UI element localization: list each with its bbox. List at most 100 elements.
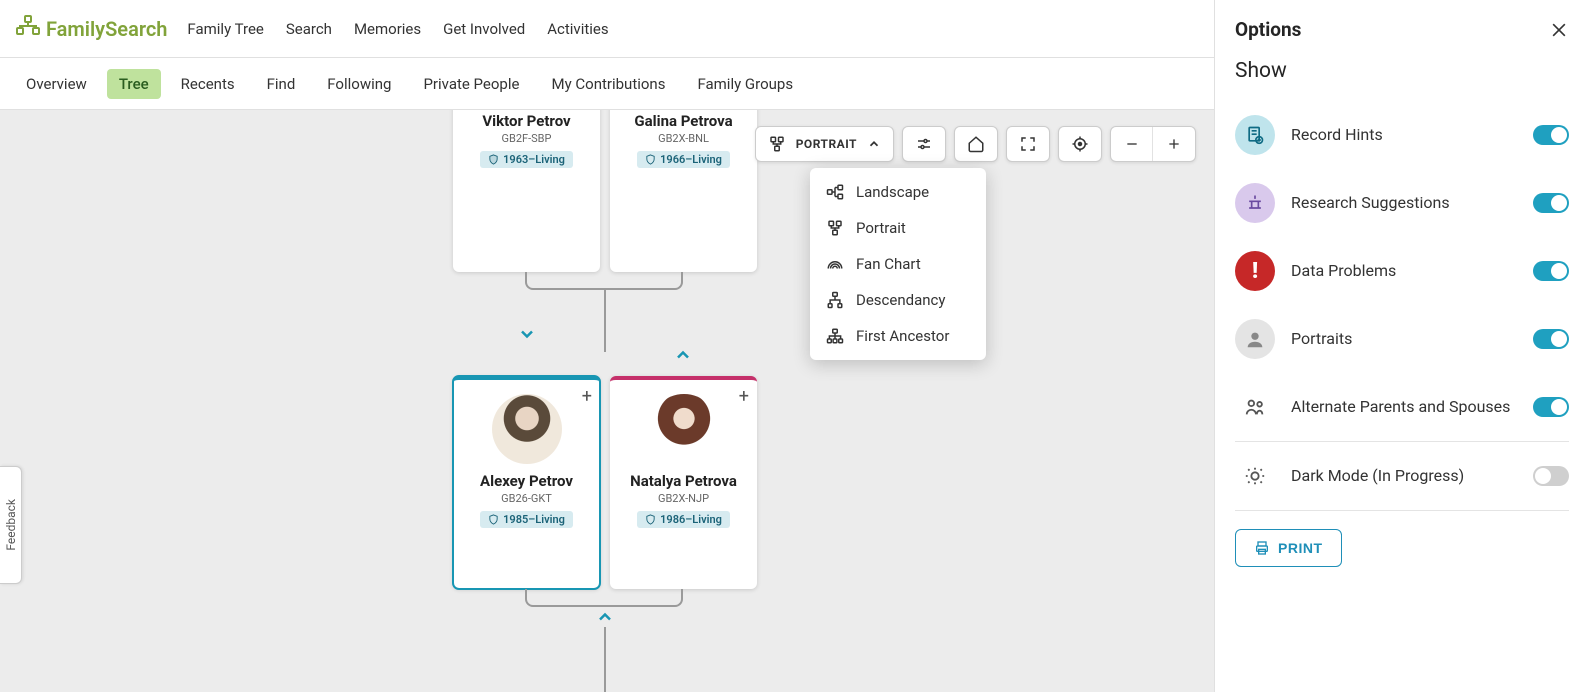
chevron-up-icon[interactable] <box>595 607 615 627</box>
option-label: Alternate Parents and Spouses <box>1291 397 1517 418</box>
options-panel: Options Show Record Hints Research Sugge… <box>1214 0 1589 692</box>
avatar-photo <box>649 394 719 464</box>
person-id: GB26-GKT <box>459 492 594 505</box>
lifespan-text: 1985–Living <box>503 513 565 526</box>
lifespan-text: 1986–Living <box>660 513 722 526</box>
data-problems-icon: ! <box>1235 251 1275 291</box>
fullscreen-button[interactable] <box>1006 126 1050 162</box>
tree-canvas[interactable]: Feedback Viktor Petrov GB2F-SBP 1963–Liv… <box>0 110 1214 692</box>
nav-search[interactable]: Search <box>286 20 332 38</box>
lifespan-badge: 1966–Living <box>637 151 730 168</box>
chevron-down-icon[interactable] <box>517 324 537 344</box>
view-option-label: Landscape <box>856 183 929 201</box>
close-button[interactable] <box>1549 20 1569 40</box>
toggle-record-hints[interactable] <box>1533 125 1569 145</box>
shield-icon <box>645 514 656 525</box>
subnav-find[interactable]: Find <box>255 69 308 99</box>
fan-chart-icon <box>826 255 844 273</box>
print-label: PRINT <box>1278 540 1323 556</box>
home-icon <box>967 135 985 153</box>
person-card-self[interactable]: + Alexey Petrov GB26-GKT 1985–Living <box>453 376 600 589</box>
shield-icon <box>645 154 656 165</box>
toggle-dark-mode[interactable] <box>1533 466 1569 486</box>
feedback-tab[interactable]: Feedback <box>0 466 22 584</box>
lifespan-badge: 1985–Living <box>480 511 573 528</box>
option-label: Research Suggestions <box>1291 193 1517 214</box>
dark-mode-icon <box>1235 456 1275 496</box>
shield-icon <box>488 514 499 525</box>
print-icon <box>1254 540 1270 556</box>
person-id: GB2F-SBP <box>459 132 594 145</box>
zoom-out-button[interactable] <box>1111 127 1153 161</box>
options-button[interactable] <box>902 126 946 162</box>
toggle-research[interactable] <box>1533 193 1569 213</box>
person-card-mother[interactable]: Galina Petrova GB2X-BNL 1966–Living <box>610 110 757 272</box>
nav-activities[interactable]: Activities <box>547 20 608 38</box>
minus-icon <box>1124 136 1140 152</box>
option-row-record-hints: Record Hints <box>1235 101 1569 169</box>
zoom-controls <box>1110 126 1196 162</box>
option-row-problems: ! Data Problems <box>1235 237 1569 305</box>
recenter-button[interactable] <box>1058 126 1102 162</box>
connector-bracket <box>525 589 683 607</box>
portrait-icon <box>768 135 786 153</box>
plus-icon <box>1166 136 1182 152</box>
logo-tree-icon <box>16 14 40 44</box>
crosshair-icon <box>1071 135 1089 153</box>
view-option-label: Descendancy <box>856 291 945 309</box>
tree-toolbar: PORTRAIT <box>755 126 1196 162</box>
option-label: Data Problems <box>1291 261 1517 282</box>
home-button[interactable] <box>954 126 998 162</box>
view-option-descendancy[interactable]: Descendancy <box>810 282 986 318</box>
lifespan-text: 1963–Living <box>503 153 565 166</box>
print-button[interactable]: PRINT <box>1235 529 1342 567</box>
connector-line <box>604 627 606 692</box>
view-label: PORTRAIT <box>796 137 857 151</box>
option-row-dark-mode: Dark Mode (In Progress) <box>1235 441 1569 511</box>
research-icon <box>1235 183 1275 223</box>
close-icon <box>1549 20 1569 40</box>
option-label: Portraits <box>1291 329 1517 350</box>
connector-line <box>604 290 606 352</box>
subnav-private-people[interactable]: Private People <box>411 69 531 99</box>
view-option-portrait[interactable]: Portrait <box>810 210 986 246</box>
alt-parents-icon <box>1235 387 1275 427</box>
subnav-family-groups[interactable]: Family Groups <box>685 69 805 99</box>
logo[interactable]: FamilySearch <box>16 14 167 44</box>
view-option-landscape[interactable]: Landscape <box>810 174 986 210</box>
add-icon[interactable]: + <box>582 388 592 406</box>
chevron-up-icon[interactable] <box>673 345 693 365</box>
feedback-label: Feedback <box>4 499 18 551</box>
view-option-label: Portrait <box>856 219 906 237</box>
person-name: Natalya Petrova <box>616 472 751 490</box>
fullscreen-icon <box>1019 135 1037 153</box>
subnav-following[interactable]: Following <box>315 69 403 99</box>
subnav-recents[interactable]: Recents <box>169 69 247 99</box>
add-icon[interactable]: + <box>739 388 749 406</box>
person-card-father[interactable]: Viktor Petrov GB2F-SBP 1963–Living <box>453 110 600 272</box>
nav-get-involved[interactable]: Get Involved <box>443 20 525 38</box>
option-row-portraits: Portraits <box>1235 305 1569 373</box>
show-heading: Show <box>1235 59 1569 83</box>
nav-family-tree[interactable]: Family Tree <box>187 20 263 38</box>
nav-memories[interactable]: Memories <box>354 20 421 38</box>
view-option-first-ancestor[interactable]: First Ancestor <box>810 318 986 354</box>
toggle-problems[interactable] <box>1533 261 1569 281</box>
subnav-overview[interactable]: Overview <box>14 69 99 99</box>
descendancy-icon <box>826 291 844 309</box>
subnav-my-contributions[interactable]: My Contributions <box>539 69 677 99</box>
lifespan-badge: 1963–Living <box>480 151 573 168</box>
connector-bracket <box>525 272 683 290</box>
subnav-tree[interactable]: Tree <box>107 69 161 99</box>
view-option-fan-chart[interactable]: Fan Chart <box>810 246 986 282</box>
view-option-label: First Ancestor <box>856 327 949 345</box>
option-label: Dark Mode (In Progress) <box>1291 466 1517 487</box>
zoom-in-button[interactable] <box>1153 127 1195 161</box>
option-label: Record Hints <box>1291 125 1517 146</box>
person-card-spouse[interactable]: + Natalya Petrova GB2X-NJP 1986–Living <box>610 376 757 589</box>
view-option-label: Fan Chart <box>856 255 921 273</box>
shield-icon <box>488 154 499 165</box>
toggle-portraits[interactable] <box>1533 329 1569 349</box>
toggle-alt-parents[interactable] <box>1533 397 1569 417</box>
view-selector[interactable]: PORTRAIT <box>755 126 894 162</box>
